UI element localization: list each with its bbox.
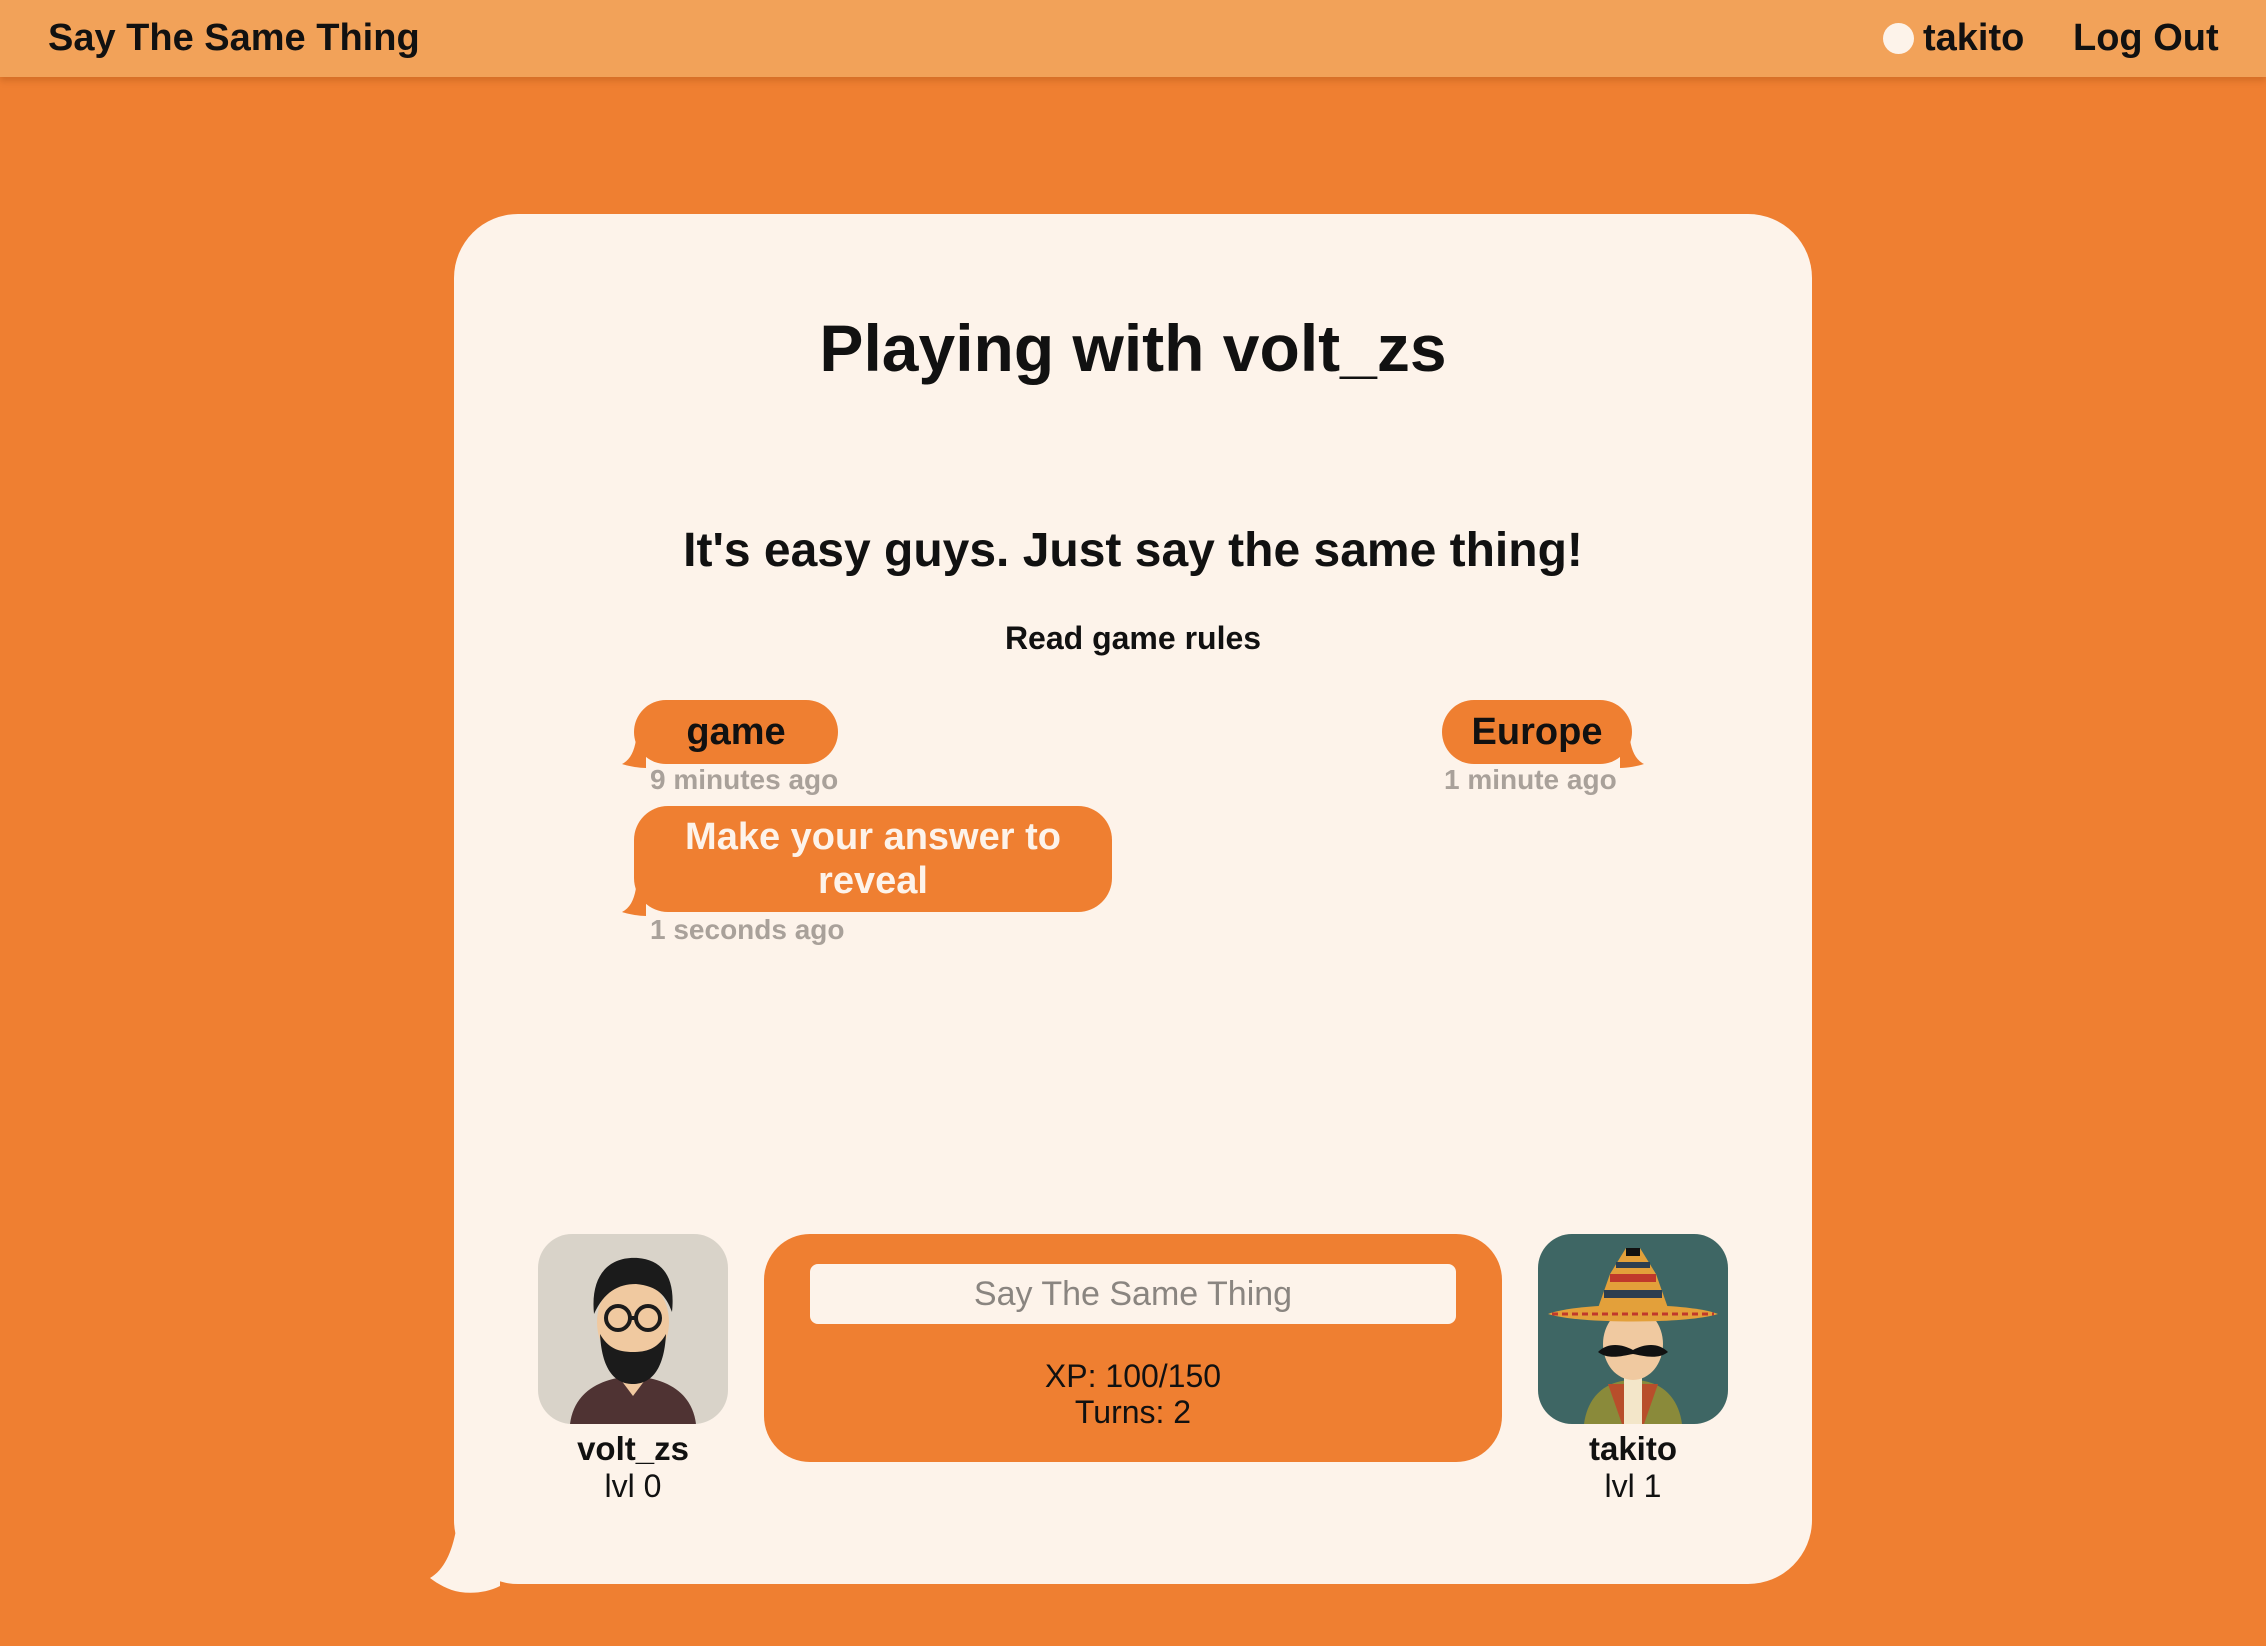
opponent-avatar bbox=[538, 1234, 728, 1424]
brand-link[interactable]: Say The Same Thing bbox=[48, 0, 420, 77]
opponent-name: volt_zs bbox=[577, 1430, 689, 1467]
card-tail-icon bbox=[430, 1530, 500, 1593]
answer-panel: XP: 100/150 Turns: 2 bbox=[764, 1234, 1502, 1462]
my-avatar bbox=[1538, 1234, 1728, 1424]
xp-counter: XP: 100/150 bbox=[1044, 1358, 1222, 1394]
game-tagline: It's easy guys. Just say the same thing! bbox=[683, 524, 1583, 577]
answer-input[interactable] bbox=[810, 1264, 1456, 1324]
page-title: Playing with volt_zs bbox=[819, 311, 1447, 385]
my-level: lvl 1 bbox=[1604, 1468, 1662, 1504]
user-status-icon bbox=[1883, 23, 1914, 54]
bubble-tail-icon bbox=[622, 888, 646, 916]
opponent-level: lvl 0 bbox=[604, 1468, 662, 1504]
message-timestamp: 9 minutes ago bbox=[650, 764, 839, 795]
message-text: Europe bbox=[1471, 711, 1603, 753]
opponent-message-bubble: game bbox=[622, 700, 838, 768]
turns-counter: Turns: 2 bbox=[1074, 1394, 1192, 1430]
message-timestamp: 1 minute ago bbox=[1444, 764, 1617, 795]
username-link[interactable]: takito bbox=[1923, 0, 2024, 77]
message-timestamp: 1 seconds ago bbox=[650, 914, 845, 945]
reveal-prompt-bubble: Make your answer to reveal bbox=[622, 806, 1112, 916]
read-rules-link[interactable]: Read game rules bbox=[0, 620, 2266, 657]
bubble-tail-icon bbox=[1620, 740, 1644, 768]
logout-button[interactable]: Log Out bbox=[2073, 0, 2219, 77]
my-message-bubble: Europe bbox=[1442, 700, 1644, 768]
message-text: Make your answer to reveal bbox=[685, 816, 1061, 902]
top-navbar: Say The Same Thing takito Log Out bbox=[0, 0, 2266, 77]
message-text: game bbox=[686, 711, 786, 753]
bubble-tail-icon bbox=[622, 740, 646, 768]
my-name: takito bbox=[1588, 1430, 1677, 1467]
